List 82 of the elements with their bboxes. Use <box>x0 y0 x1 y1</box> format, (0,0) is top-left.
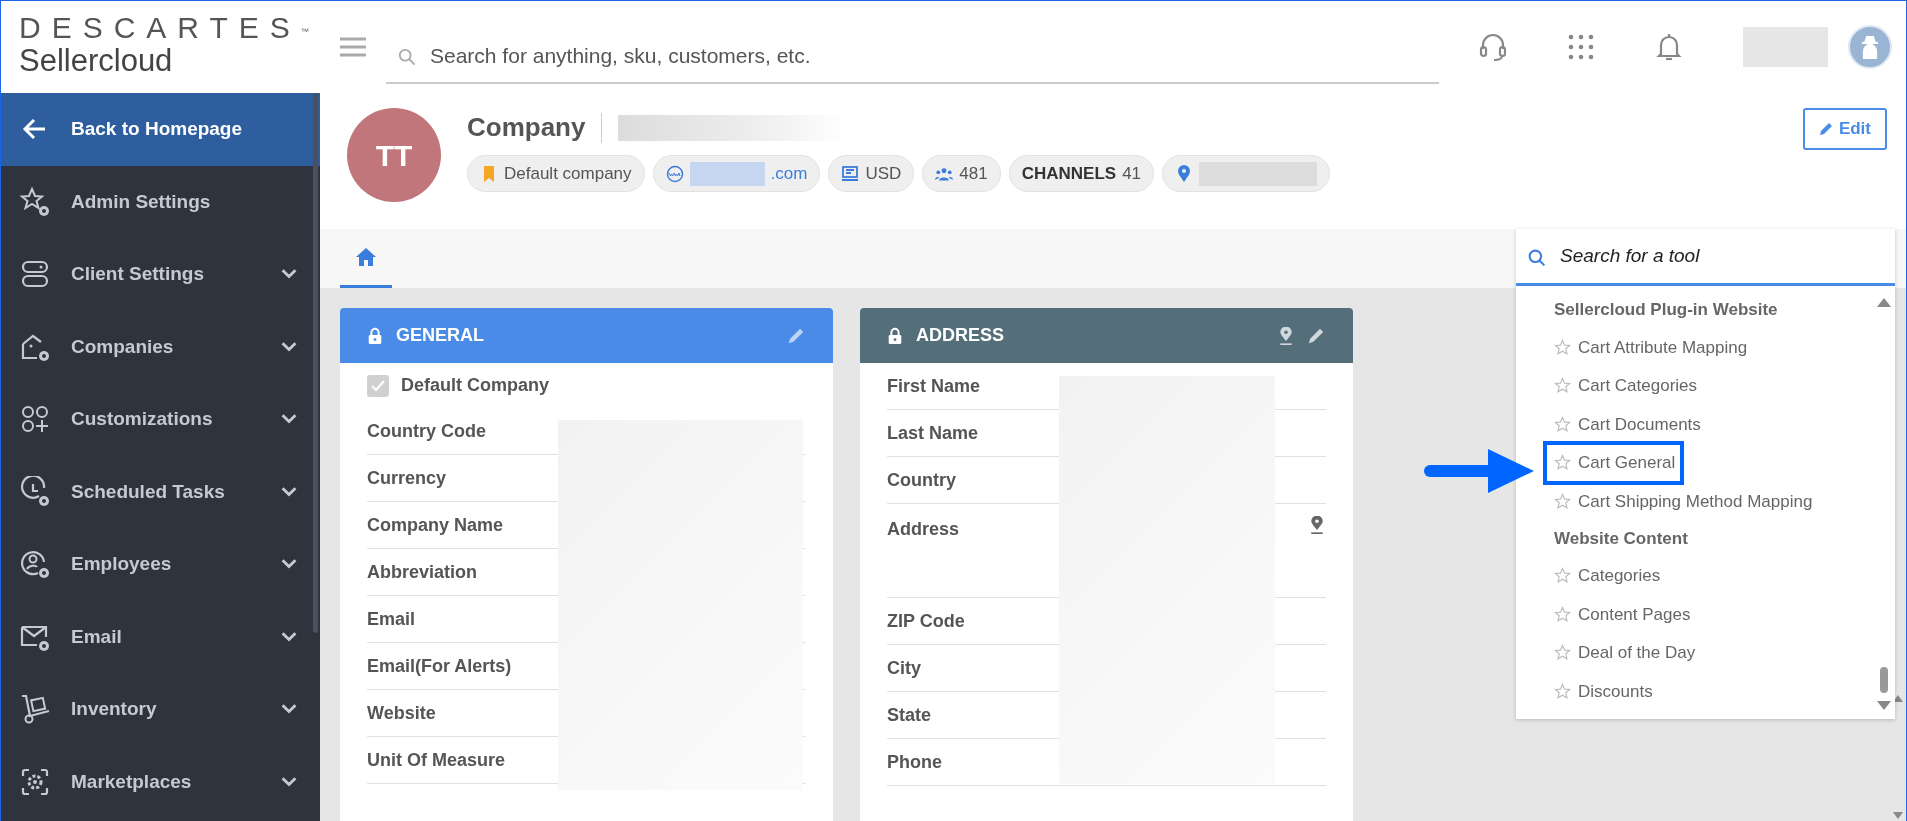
field-label: Phone <box>887 750 942 774</box>
tool-item[interactable]: Cart General <box>1546 443 1682 482</box>
sidebar-item[interactable]: Back to Homepage <box>1 93 320 166</box>
star-icon[interactable] <box>1554 682 1571 700</box>
sidebar-scrollbar[interactable] <box>313 93 318 633</box>
hand-truck-icon <box>19 693 51 726</box>
headset-icon[interactable] <box>1477 31 1509 63</box>
star-icon[interactable] <box>1554 605 1571 623</box>
field-label: ZIP Code <box>887 609 965 633</box>
star-icon[interactable] <box>1554 492 1571 510</box>
chip-label: CHANNELS <box>1021 162 1117 185</box>
chip-value: USD <box>865 162 902 185</box>
field-label: State <box>887 703 931 727</box>
tool-item[interactable]: Cart Categories <box>1546 366 1704 405</box>
tool-item[interactable]: Cart Shipping Method Mapping <box>1546 482 1819 521</box>
user-avatar[interactable] <box>1848 25 1892 69</box>
tool-item[interactable]: Content Pages <box>1546 595 1697 634</box>
tool-item[interactable]: Cart Documents <box>1546 405 1707 444</box>
field-label: First Name <box>887 374 981 398</box>
card-title: ADDRESS <box>916 324 1005 347</box>
star-icon[interactable] <box>1554 644 1571 662</box>
sidebar-item[interactable]: Companies <box>1 310 320 383</box>
edit-button[interactable]: Edit <box>1802 108 1887 150</box>
card-title: GENERAL <box>396 324 485 347</box>
sidebar-item[interactable]: Scheduled Tasks <box>1 455 320 528</box>
menu-icon[interactable] <box>340 37 366 57</box>
tool-item[interactable]: Discounts <box>1546 672 1659 711</box>
pencil-icon <box>1818 121 1833 136</box>
field-label: Address <box>887 518 960 541</box>
company-avatar: TT <box>347 108 441 202</box>
chip-value[interactable]: .com <box>770 160 808 187</box>
checkmark-icon <box>371 379 385 392</box>
tool-group-title: Sellercloud Plug-in Website <box>1554 299 1779 322</box>
company-title: Company <box>467 111 586 144</box>
chip-value: 481 <box>959 162 988 185</box>
star-gear-icon <box>19 185 51 218</box>
map-pin-icon[interactable] <box>1277 326 1295 345</box>
map-pin-icon[interactable] <box>1308 516 1326 534</box>
sidebar-item[interactable]: Inventory <box>1 673 320 746</box>
sidebar-item[interactable]: Marketplaces <box>1 745 320 818</box>
sidebar-item[interactable]: Client Settings <box>1 238 320 311</box>
www-globe-icon <box>665 164 684 183</box>
tool-group-title: Website Content <box>1554 527 1689 550</box>
checkbox-label: Default Company <box>401 374 550 397</box>
star-icon[interactable] <box>1554 377 1571 395</box>
star-icon[interactable] <box>1554 415 1571 433</box>
search-icon <box>398 48 416 66</box>
field-label: Currency <box>367 466 447 490</box>
home-icon <box>355 247 377 267</box>
tool-item[interactable]: Categories <box>1546 556 1667 595</box>
sidebar-item[interactable]: Employees <box>1 528 320 601</box>
sidebar-item[interactable]: Email <box>1 600 320 673</box>
star-icon[interactable] <box>1554 454 1571 472</box>
field-label: Country <box>887 468 956 492</box>
field-label: Last Name <box>887 421 979 445</box>
tool-item[interactable]: Cart Attribute Mapping <box>1546 328 1754 367</box>
search-field[interactable]: Search for anything, sku, customers, etc. <box>386 30 1439 84</box>
field-label: Unit Of Measure <box>367 748 506 772</box>
person-gear-icon <box>19 548 51 581</box>
pencil-icon[interactable] <box>1307 326 1325 345</box>
star-icon[interactable] <box>1554 567 1571 585</box>
field-label: Email(For Alerts) <box>367 654 512 678</box>
chip-value: 41 <box>1122 162 1142 185</box>
clock-gear-icon <box>19 475 51 508</box>
lock-icon <box>366 326 384 345</box>
tool-search-field[interactable]: Search for a tool <box>1516 229 1895 286</box>
sidebar-item[interactable]: Admin Settings <box>1 165 320 238</box>
field-label: Country Code <box>367 419 486 443</box>
sidebar-item[interactable]: Customizations <box>1 383 320 456</box>
pencil-icon[interactable] <box>787 326 805 345</box>
search-icon <box>1528 248 1546 267</box>
tool-item[interactable]: Deal of the Day <box>1546 633 1702 672</box>
star-icon[interactable] <box>1554 338 1571 356</box>
chip-value: Default company <box>504 162 632 185</box>
field-label: Abbreviation <box>367 560 477 584</box>
field-label: City <box>887 656 921 680</box>
lock-icon <box>886 326 904 345</box>
field-label: Company Name <box>367 513 504 537</box>
product-logo-text: Sellercloud <box>19 45 174 76</box>
field-label: Email <box>367 607 416 631</box>
register-icon <box>841 164 860 183</box>
field-label: Website <box>367 701 436 725</box>
